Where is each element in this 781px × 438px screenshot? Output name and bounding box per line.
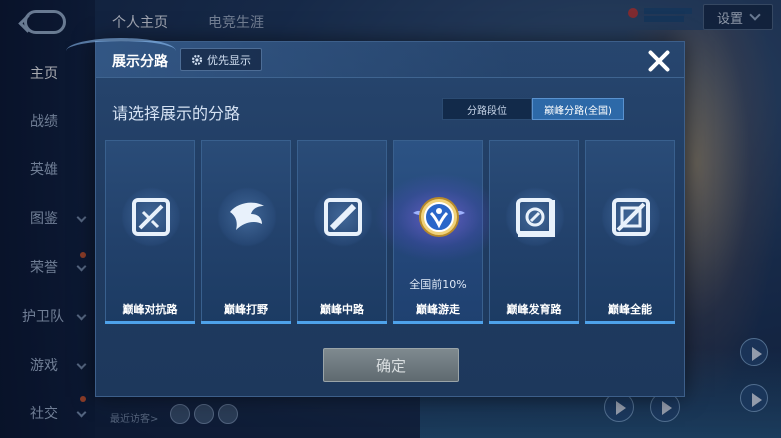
priority-display-button[interactable]: 优先显示 bbox=[180, 48, 262, 71]
priority-display-label: 优先显示 bbox=[207, 53, 251, 67]
card-accent-bar bbox=[393, 321, 483, 324]
lane-card-farm[interactable]: 巅峰发育路 bbox=[489, 140, 579, 324]
tab-peak-lane-national[interactable]: 巅峰分路(全国) bbox=[532, 98, 624, 120]
lane-card-jungle[interactable]: 巅峰打野 bbox=[201, 140, 291, 324]
roam-badge-icon bbox=[409, 187, 469, 247]
card-accent-bar bbox=[297, 321, 387, 324]
dialog-header: 展示分路 优先显示 bbox=[66, 38, 684, 78]
clash-lane-icon bbox=[121, 187, 181, 247]
mid-lane-icon bbox=[313, 187, 373, 247]
lane-card-all-round[interactable]: 巅峰全能 bbox=[585, 140, 675, 324]
lane-card-label: 巅峰中路 bbox=[320, 303, 364, 316]
card-accent-bar bbox=[105, 321, 195, 324]
card-accent-bar bbox=[585, 321, 675, 324]
lane-card-clash[interactable]: 巅峰对抗路 bbox=[105, 140, 195, 324]
gear-icon bbox=[191, 54, 203, 65]
rank-percentile: 全国前10% bbox=[409, 278, 467, 291]
close-icon[interactable] bbox=[644, 46, 674, 76]
dialog-title: 展示分路 bbox=[112, 54, 168, 70]
lane-card-label: 巅峰全能 bbox=[608, 303, 652, 316]
card-accent-bar bbox=[489, 321, 579, 324]
lane-card-label: 巅峰游走 bbox=[416, 303, 460, 316]
lane-card-label: 巅峰打野 bbox=[224, 303, 268, 316]
confirm-button[interactable]: 确定 bbox=[323, 348, 459, 382]
farm-lane-icon bbox=[505, 187, 565, 247]
tab-lane-rank[interactable]: 分路段位 bbox=[442, 98, 532, 120]
jungle-icon bbox=[217, 187, 277, 247]
all-round-icon bbox=[601, 187, 661, 247]
dialog-subtitle: 请选择展示的分路 bbox=[112, 104, 241, 123]
lane-card-roam[interactable]: 全国前10% 巅峰游走 bbox=[374, 140, 504, 324]
lane-card-label: 巅峰对抗路 bbox=[122, 303, 178, 316]
lane-card-label: 巅峰发育路 bbox=[506, 303, 562, 316]
card-accent-bar bbox=[201, 321, 291, 324]
lane-display-dialog: 展示分路 优先显示 请选择展示的分路 分路段位 巅峰分路(全国) 巅峰对抗路 巅… bbox=[66, 38, 685, 397]
